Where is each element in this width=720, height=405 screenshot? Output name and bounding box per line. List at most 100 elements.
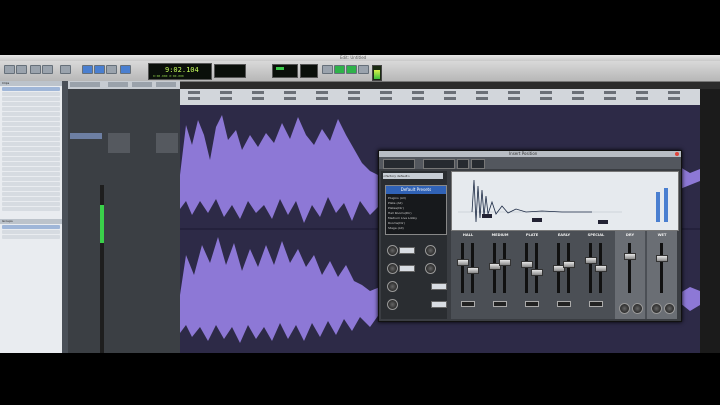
mute-button[interactable] — [525, 301, 539, 307]
wet-knob[interactable] — [664, 303, 675, 314]
close-icon[interactable] — [675, 152, 679, 156]
master-meter — [372, 65, 382, 81]
hall-fader[interactable] — [457, 259, 469, 266]
list-item[interactable] — [2, 235, 60, 239]
mute-button[interactable] — [589, 301, 603, 307]
list-item[interactable] — [2, 132, 60, 136]
list-item[interactable] — [2, 102, 60, 106]
mode-button[interactable] — [16, 65, 27, 74]
medium-fader[interactable] — [499, 259, 511, 266]
special-fader[interactable] — [595, 265, 607, 272]
band-label: SPECIAL — [587, 233, 605, 237]
list-item[interactable] — [2, 97, 60, 101]
list-item[interactable] — [2, 225, 60, 229]
record-button[interactable] — [346, 65, 357, 74]
selector-tool-icon[interactable] — [82, 65, 93, 74]
pencil-tool-icon[interactable] — [106, 65, 117, 74]
band-label: WET — [657, 233, 667, 237]
list-item[interactable] — [2, 112, 60, 116]
stop-button[interactable] — [358, 65, 369, 74]
list-item[interactable] — [2, 117, 60, 121]
bypass-button[interactable] — [471, 159, 485, 169]
timeline-ruler[interactable] — [180, 89, 700, 106]
band-special: SPECIAL — [581, 231, 611, 319]
trim-tool-icon[interactable] — [60, 65, 71, 74]
play-button[interactable] — [334, 65, 345, 74]
list-item[interactable] — [2, 127, 60, 131]
band-label: MEDIUM — [491, 233, 509, 237]
wet-fader[interactable] — [656, 255, 668, 262]
list-item[interactable] — [2, 92, 60, 96]
list-item[interactable] — [2, 122, 60, 126]
track-name-field[interactable] — [70, 133, 102, 139]
list-item[interactable] — [2, 152, 60, 156]
reverb-plugin-window: Insert Position <factory default> Defaul… — [378, 150, 682, 322]
mute-button[interactable] — [557, 301, 571, 307]
track-selector[interactable] — [383, 159, 415, 169]
hall-fader[interactable] — [467, 267, 479, 274]
param-value[interactable] — [431, 283, 447, 290]
insert-slot[interactable] — [108, 133, 130, 153]
compare-button[interactable] — [457, 159, 469, 169]
list-item[interactable] — [2, 142, 60, 146]
list-item[interactable] — [2, 187, 60, 191]
band-medium: MEDIUM — [485, 231, 515, 319]
slip-button[interactable] — [42, 65, 53, 74]
dry-knob[interactable] — [619, 303, 630, 314]
param-value[interactable] — [431, 301, 447, 308]
list-item[interactable] — [2, 207, 60, 211]
highcut-knob[interactable] — [387, 299, 398, 310]
impulse-response-graph — [451, 171, 679, 231]
list-item[interactable] — [2, 177, 60, 181]
list-item[interactable] — [2, 137, 60, 141]
early-fader[interactable] — [563, 261, 575, 268]
smart-tool-icon[interactable] — [120, 65, 131, 74]
preset-menu-header[interactable]: Default Presets — [386, 186, 446, 194]
size-knob[interactable] — [387, 263, 398, 274]
list-item[interactable] — [2, 192, 60, 196]
preset-selector[interactable] — [423, 159, 455, 169]
send-slot[interactable] — [156, 133, 178, 153]
dry-knob[interactable] — [632, 303, 643, 314]
main-counter: 9:02.104 0:00.000 0:00.000 — [148, 63, 212, 80]
list-item[interactable] — [2, 162, 60, 166]
plate-fader[interactable] — [521, 261, 533, 268]
meter-display — [300, 64, 318, 78]
mute-button[interactable] — [461, 301, 475, 307]
list-item[interactable] — [2, 197, 60, 201]
clip-list-header: Clips — [0, 81, 62, 86]
list-item[interactable] — [2, 202, 60, 206]
decay-knob[interactable] — [425, 245, 436, 256]
dry-fader[interactable] — [624, 253, 636, 260]
counter-main: 9:02.104 — [165, 66, 199, 74]
track-header-area — [68, 81, 180, 353]
mute-button[interactable] — [493, 301, 507, 307]
preset-menu[interactable]: Default Presets Plugins (All) Plate (All… — [385, 185, 447, 235]
width-knob[interactable] — [425, 263, 436, 274]
grabber-tool-icon[interactable] — [94, 65, 105, 74]
preset-item[interactable]: Stage (All) — [388, 226, 442, 231]
wet-knob[interactable] — [651, 303, 662, 314]
list-item[interactable] — [2, 230, 60, 234]
list-item[interactable] — [2, 87, 60, 91]
list-item[interactable] — [2, 147, 60, 151]
track-level-meter — [100, 185, 104, 353]
predelay-knob[interactable] — [387, 245, 398, 256]
param-value[interactable] — [399, 265, 415, 272]
vertical-scrollbar[interactable] — [700, 89, 720, 353]
plate-fader[interactable] — [531, 269, 543, 276]
special-fader[interactable] — [585, 257, 597, 264]
preset-label: <factory default> — [383, 173, 443, 179]
band-wet: WET — [647, 231, 677, 319]
list-item[interactable] — [2, 157, 60, 161]
ir-display — [458, 179, 668, 224]
param-value[interactable] — [399, 247, 415, 254]
list-item[interactable] — [2, 172, 60, 176]
list-item[interactable] — [2, 107, 60, 111]
shuffle-button[interactable] — [30, 65, 41, 74]
lowcut-knob[interactable] — [387, 281, 398, 292]
rewind-button[interactable] — [322, 65, 333, 74]
zoom-button[interactable] — [4, 65, 15, 74]
list-item[interactable] — [2, 182, 60, 186]
list-item[interactable] — [2, 167, 60, 171]
